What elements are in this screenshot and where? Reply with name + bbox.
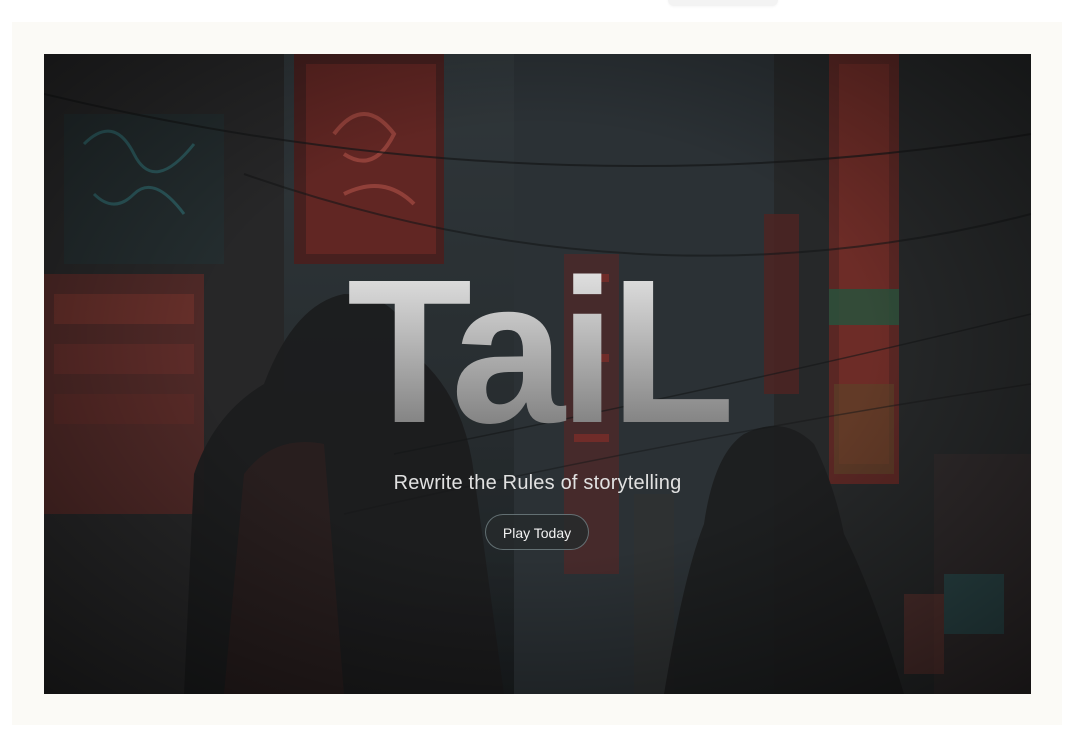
page-frame: TaiL Rewrite the Rules of storytelling P… [12,22,1062,725]
logo-text: TaiL [346,237,728,454]
hero-tagline: Rewrite the Rules of storytelling [393,472,682,494]
hero-banner: TaiL Rewrite the Rules of storytelling P… [44,54,1031,694]
game-logo: TaiL [44,224,1031,454]
play-today-button[interactable]: Play Today [485,514,589,550]
top-bar-fragment [668,0,778,6]
